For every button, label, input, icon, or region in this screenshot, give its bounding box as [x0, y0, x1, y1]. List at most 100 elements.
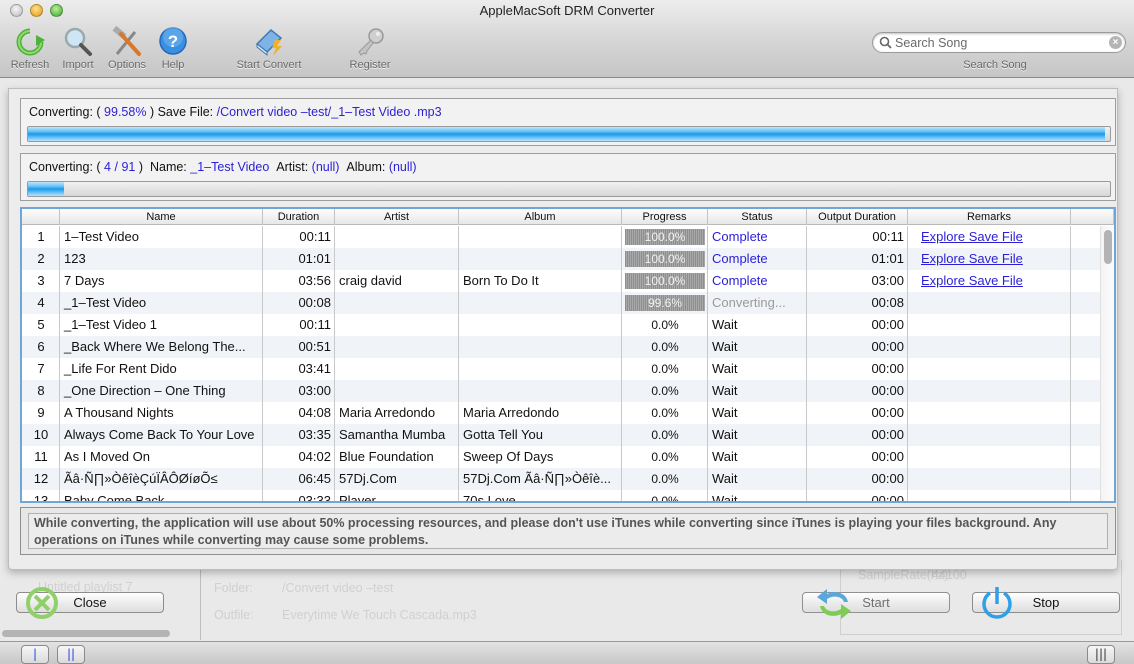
vertical-scrollbar[interactable] — [1100, 226, 1114, 501]
cell-progress: 100.0% — [622, 226, 708, 248]
table-row[interactable]: 7 _Life For Rent Dido 03:41 0.0% Wait 00:00 — [22, 358, 1100, 380]
column-header-progress[interactable]: Progress — [622, 209, 708, 225]
row-progress-text: 0.0% — [651, 428, 679, 442]
view-mode-2-button[interactable]: || — [57, 645, 85, 664]
column-divider — [621, 226, 622, 501]
column-header-artist[interactable]: Artist — [335, 209, 459, 225]
start-convert-button[interactable]: Start Convert — [228, 26, 310, 74]
table-row[interactable]: 8 _One Direction – One Thing 03:00 0.0% Wait… — [22, 380, 1100, 402]
status-text: Wait — [712, 339, 738, 354]
table-row[interactable]: 10 Always Come Back To Your Love 03:35 Sama… — [22, 424, 1100, 446]
view-mode-3-button[interactable]: ||| — [1087, 645, 1115, 664]
table-row[interactable]: 13 Baby Come Back 03:33 Player 70s Love 0.0% W… — [22, 490, 1100, 501]
column-header-duration[interactable]: Duration — [263, 209, 335, 225]
table-row[interactable]: 11 As I Moved On 04:02 Blue Foundation Sweep… — [22, 446, 1100, 468]
row-progress-text: 0.0% — [651, 384, 679, 398]
cell-remarks — [908, 468, 1071, 490]
column-header-index[interactable] — [22, 209, 60, 225]
table-row[interactable]: 12 Ãâ·Ñ∏»ÒêîèÇúÏÂÔØíøÕ≤ 06:45 57Dj.Com 57Dj.… — [22, 468, 1100, 490]
cell-duration: 00:08 — [298, 295, 331, 310]
column-header-name[interactable]: Name — [60, 209, 263, 225]
cell-n: 5 — [37, 317, 45, 332]
clear-search-icon[interactable]: × — [1109, 36, 1122, 49]
row-progress-bar: 100.0% — [625, 251, 705, 267]
file-progress-text: Converting: ( 99.58% ) Save File: /Conve… — [29, 105, 442, 119]
cell-output: 00:00 — [871, 383, 904, 398]
cell-n: 7 — [37, 361, 45, 376]
explore-save-file-link[interactable]: Explore Save File — [921, 273, 1023, 288]
power-icon — [982, 587, 1012, 619]
cell-duration: 06:45 — [298, 471, 331, 486]
column-header-remarks[interactable]: Remarks — [908, 209, 1071, 225]
table-row[interactable]: 9 A Thousand Nights 04:08 Maria Arredondo Ma… — [22, 402, 1100, 424]
cell-remarks — [908, 358, 1071, 380]
cell-artist — [335, 358, 459, 380]
column-header-output-duration[interactable]: Output Duration — [807, 209, 908, 225]
table-row[interactable]: 5 _1–Test Video 1 00:11 0.0% Wait 00:00 — [22, 314, 1100, 336]
cell-progress: 0.0% — [622, 336, 708, 358]
cell-remarks — [908, 446, 1071, 468]
cell-artist — [335, 226, 459, 248]
view-mode-1-button[interactable]: | — [21, 645, 49, 664]
register-button[interactable]: Register — [340, 26, 400, 74]
cell-n: 6 — [37, 339, 45, 354]
toolbar: AppleMacSoft DRM Converter Refresh Impor… — [0, 0, 1134, 78]
cell-output: 01:01 — [871, 251, 904, 266]
ghost-folder-value: /Convert video –test — [282, 581, 394, 595]
help-button[interactable]: ? Help — [143, 26, 203, 74]
convert-sheet: Converting: ( 99.58% ) Save File: /Conve… — [8, 88, 1118, 570]
cell-output: 00:11 — [872, 229, 904, 244]
column-divider — [707, 226, 708, 501]
count-progress-panel: Converting: ( 4 / 91 ) Name: _1–Test Vid… — [20, 153, 1116, 201]
search-input[interactable] — [895, 34, 1105, 51]
cell-name: _Back Where We Belong The... — [64, 339, 246, 354]
table-row[interactable]: 1 1–Test Video 00:11 100.0% Complete 00:11 Exp… — [22, 226, 1100, 248]
cell-remarks — [908, 380, 1071, 402]
search-field[interactable]: × — [872, 32, 1126, 53]
cell-artist: Player — [339, 493, 376, 501]
explore-save-file-link[interactable]: Explore Save File — [921, 251, 1023, 266]
scrollbar-thumb[interactable] — [1104, 230, 1112, 264]
notice-text: While converting, the application will u… — [28, 513, 1108, 549]
status-text: Complete — [712, 251, 768, 266]
album-label: Album: — [346, 160, 386, 174]
cell-n: 11 — [34, 449, 48, 464]
table-row[interactable]: 4 _1–Test Video 00:08 99.6% Converting... 00:… — [22, 292, 1100, 314]
column-header-extra[interactable] — [1071, 209, 1114, 225]
table-row[interactable]: 2 123 01:01 100.0% Complete 01:01 Explore Save… — [22, 248, 1100, 270]
cell-output: 00:00 — [871, 317, 904, 332]
cell-duration: 00:51 — [298, 339, 331, 354]
cell-output: 00:00 — [871, 405, 904, 420]
ghost-outfile-value: Everytime We Touch Cascada.mp3 — [282, 608, 477, 622]
cell-status: Converting... — [708, 292, 807, 314]
cell-duration: 04:08 — [298, 405, 331, 420]
register-label: Register — [349, 59, 391, 71]
cell-duration: 00:11 — [299, 317, 331, 332]
cell-album: Born To Do It — [463, 273, 539, 288]
cell-n: 13 — [33, 493, 49, 501]
row-progress-text: 0.0% — [651, 362, 679, 376]
cell-duration: 00:11 — [299, 229, 331, 244]
cell-artist: Samantha Mumba — [339, 427, 446, 442]
cell-output: 03:00 — [871, 273, 904, 288]
count-close: ) — [138, 160, 144, 174]
table-row[interactable]: 3 7 Days 03:56 craig david Born To Do It 100.… — [22, 270, 1100, 292]
count-prefix: Converting: ( — [29, 160, 101, 174]
column-header-album[interactable]: Album — [459, 209, 622, 225]
cell-artist — [335, 314, 459, 336]
cell-duration: 04:02 — [298, 449, 331, 464]
table-row[interactable]: 6 _Back Where We Belong The... 00:51 0.0% Wa… — [22, 336, 1100, 358]
cell-n: 2 — [37, 251, 45, 266]
column-header-status[interactable]: Status — [708, 209, 807, 225]
cell-status: Wait — [708, 314, 807, 336]
cell-album: 70s Love — [463, 493, 516, 501]
start-label: Start — [862, 595, 890, 610]
table-body[interactable]: 1 1–Test Video 00:11 100.0% Complete 00:11 Exp… — [22, 226, 1100, 501]
artist-label: Artist: — [276, 160, 309, 174]
song-table[interactable]: Name Duration Artist Album Progress Status Out… — [20, 207, 1116, 503]
help-label: Help — [161, 59, 185, 71]
explore-save-file-link[interactable]: Explore Save File — [921, 229, 1023, 244]
key-icon — [358, 28, 384, 56]
cell-remarks: Explore Save File — [908, 248, 1071, 270]
help-icon: ? — [159, 27, 187, 55]
